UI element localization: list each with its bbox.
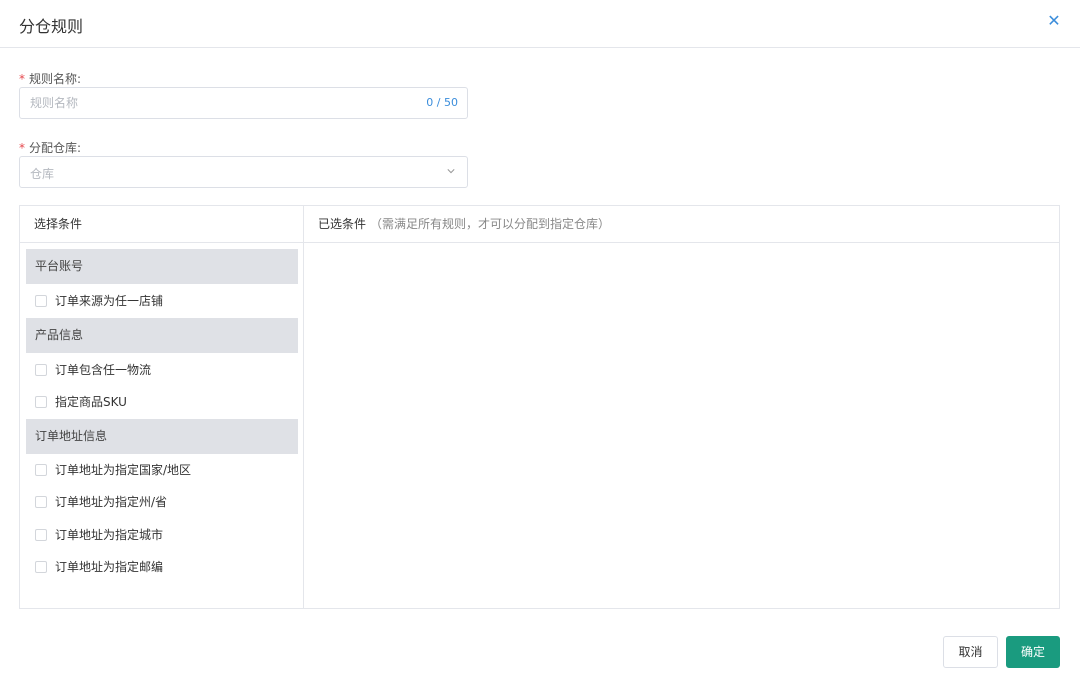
option-state-province[interactable]: 订单地址为指定州/省 bbox=[35, 494, 167, 510]
checkbox[interactable] bbox=[35, 396, 47, 408]
warehouse-rule-dialog: 分仓规则 ✕ *规则名称: 0 / 50 *分配仓库: 仓库 选择条件 平台账号… bbox=[0, 0, 1080, 686]
warehouse-label: * 分配仓库: bbox=[19, 141, 82, 155]
option-country-region[interactable]: 订单地址为指定国家/地区 bbox=[35, 462, 191, 478]
checkbox[interactable] bbox=[35, 295, 47, 307]
selected-conditions-panel: 已选条件 （需满足所有规则，才可以分配到指定仓库） bbox=[304, 206, 1059, 608]
option-any-logistics[interactable]: 订单包含任一物流 bbox=[35, 362, 151, 378]
rule-name-input[interactable] bbox=[20, 88, 400, 118]
confirm-button[interactable]: 确定 bbox=[1006, 636, 1060, 668]
selected-conditions-hint: （需满足所有规则，才可以分配到指定仓库） bbox=[370, 217, 611, 231]
conditions-panel: 选择条件 平台账号 订单来源为任一店铺 产品信息 订单包含任一物流 指定商品SK… bbox=[19, 205, 1060, 609]
group-address-info: 订单地址信息 bbox=[26, 419, 298, 454]
required-mark: * bbox=[19, 72, 25, 86]
selected-conditions-header: 已选条件 （需满足所有规则，才可以分配到指定仓库） bbox=[304, 206, 1059, 243]
option-any-store[interactable]: 订单来源为任一店铺 bbox=[35, 293, 163, 309]
option-city[interactable]: 订单地址为指定城市 bbox=[35, 527, 163, 543]
checkbox[interactable] bbox=[35, 561, 47, 573]
dialog-title: 分仓规则 bbox=[19, 17, 84, 36]
warehouse-select[interactable]: 仓库 bbox=[19, 156, 468, 188]
rule-name-label: * 规则名称: bbox=[19, 72, 82, 86]
warehouse-select-placeholder: 仓库 bbox=[30, 167, 55, 181]
chevron-down-icon bbox=[447, 169, 455, 174]
dialog-header: 分仓规则 ✕ bbox=[0, 0, 1080, 48]
rule-name-field-wrapper: 0 / 50 bbox=[19, 87, 468, 119]
required-mark: * bbox=[19, 141, 25, 155]
option-product-sku[interactable]: 指定商品SKU bbox=[35, 394, 127, 410]
char-counter: 0 / 50 bbox=[426, 96, 458, 109]
condition-options-panel: 选择条件 平台账号 订单来源为任一店铺 产品信息 订单包含任一物流 指定商品SK… bbox=[20, 206, 304, 608]
checkbox[interactable] bbox=[35, 496, 47, 508]
group-product-info: 产品信息 bbox=[26, 318, 298, 353]
select-conditions-header: 选择条件 bbox=[20, 206, 303, 243]
close-icon[interactable]: ✕ bbox=[1046, 13, 1062, 29]
cancel-button[interactable]: 取消 bbox=[943, 636, 998, 668]
checkbox[interactable] bbox=[35, 464, 47, 476]
checkbox[interactable] bbox=[35, 364, 47, 376]
group-platform-account: 平台账号 bbox=[26, 249, 298, 284]
option-postcode[interactable]: 订单地址为指定邮编 bbox=[35, 559, 163, 575]
checkbox[interactable] bbox=[35, 529, 47, 541]
